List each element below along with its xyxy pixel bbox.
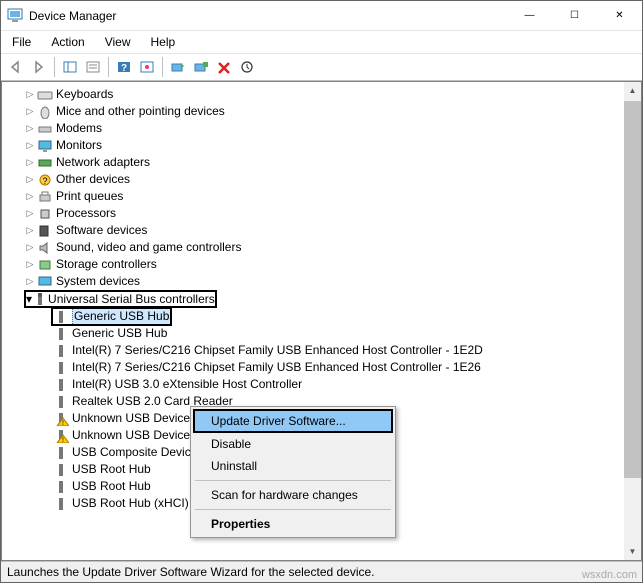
keyboard-icon bbox=[37, 87, 53, 103]
context-menu: Update Driver Software... Disable Uninst… bbox=[190, 406, 396, 538]
usb-warning-icon: ! bbox=[53, 428, 69, 444]
usb-device-icon bbox=[53, 479, 69, 495]
scan-hardware-button[interactable] bbox=[236, 56, 258, 78]
menubar: File Action View Help bbox=[1, 31, 642, 53]
modem-icon bbox=[37, 121, 53, 137]
context-update-driver[interactable]: Update Driver Software... bbox=[193, 409, 393, 433]
scrollbar[interactable]: ▲ ▼ bbox=[624, 82, 641, 560]
update-driver-button[interactable] bbox=[167, 56, 189, 78]
svg-text:?: ? bbox=[42, 176, 47, 186]
watermark: wsxdn.com bbox=[582, 569, 637, 581]
tree-node-keyboards[interactable]: ▷Keyboards bbox=[2, 86, 641, 103]
tree-node-intel-1[interactable]: Intel(R) 7 Series/C216 Chipset Family US… bbox=[2, 342, 641, 359]
tree-node-intel-3[interactable]: Intel(R) USB 3.0 eXtensible Host Control… bbox=[2, 376, 641, 393]
titlebar: Device Manager — ☐ ✕ bbox=[1, 1, 642, 31]
maximize-button[interactable]: ☐ bbox=[552, 1, 597, 30]
usb-device-icon bbox=[53, 326, 69, 342]
tree-node-modems[interactable]: ▷Modems bbox=[2, 120, 641, 137]
usb-device-icon bbox=[53, 445, 69, 461]
context-properties[interactable]: Properties bbox=[193, 513, 393, 535]
usb-device-icon bbox=[53, 309, 69, 325]
device-manager-window: Device Manager — ☐ ✕ File Action View He… bbox=[0, 0, 643, 583]
usb-warning-icon: ! bbox=[53, 411, 69, 427]
svg-text:?: ? bbox=[121, 63, 127, 74]
usb-device-icon bbox=[53, 360, 69, 376]
scroll-thumb[interactable] bbox=[624, 101, 641, 478]
network-icon bbox=[37, 155, 53, 171]
tree-node-system[interactable]: ▷System devices bbox=[2, 273, 641, 290]
tree-node-network[interactable]: ▷Network adapters bbox=[2, 154, 641, 171]
system-icon bbox=[37, 274, 53, 290]
action-button[interactable] bbox=[136, 56, 158, 78]
usb-icon bbox=[32, 292, 48, 306]
tree-node-processors[interactable]: ▷Processors bbox=[2, 205, 641, 222]
forward-button[interactable] bbox=[28, 56, 50, 78]
tree-node-print[interactable]: ▷Print queues bbox=[2, 188, 641, 205]
properties-button[interactable] bbox=[82, 56, 104, 78]
tree-node-mice[interactable]: ▷Mice and other pointing devices bbox=[2, 103, 641, 120]
usb-device-icon bbox=[53, 343, 69, 359]
tree-node-usb[interactable]: Universal Serial Bus controllers bbox=[48, 292, 215, 306]
context-scan[interactable]: Scan for hardware changes bbox=[193, 484, 393, 506]
tree-node-generic-usb-hub-2[interactable]: Generic USB Hub bbox=[2, 325, 641, 342]
svg-text:!: ! bbox=[62, 437, 64, 443]
context-disable[interactable]: Disable bbox=[193, 433, 393, 455]
back-button[interactable] bbox=[5, 56, 27, 78]
uninstall-button[interactable] bbox=[190, 56, 212, 78]
sound-icon bbox=[37, 240, 53, 256]
show-hide-tree-button[interactable] bbox=[59, 56, 81, 78]
usb-device-icon bbox=[53, 462, 69, 478]
tree-node-intel-2[interactable]: Intel(R) 7 Series/C216 Chipset Family US… bbox=[2, 359, 641, 376]
window-title: Device Manager bbox=[29, 9, 507, 23]
usb-device-icon bbox=[53, 394, 69, 410]
toolbar: ? bbox=[1, 53, 642, 81]
monitor-icon bbox=[37, 138, 53, 154]
help-button[interactable]: ? bbox=[113, 56, 135, 78]
usb-device-icon bbox=[53, 496, 69, 512]
svg-text:!: ! bbox=[62, 420, 64, 426]
mouse-icon bbox=[37, 104, 53, 120]
other-icon: ? bbox=[37, 172, 53, 188]
menu-view[interactable]: View bbox=[102, 34, 134, 50]
software-icon bbox=[37, 223, 53, 239]
tree-node-software[interactable]: ▷Software devices bbox=[2, 222, 641, 239]
scroll-down-button[interactable]: ▼ bbox=[624, 543, 641, 560]
tree-node-storage[interactable]: ▷Storage controllers bbox=[2, 256, 641, 273]
menu-file[interactable]: File bbox=[9, 34, 34, 50]
tree-node-sound[interactable]: ▷Sound, video and game controllers bbox=[2, 239, 641, 256]
tree-node-generic-usb-hub-1[interactable]: Generic USB Hub bbox=[52, 308, 171, 325]
printer-icon bbox=[37, 189, 53, 205]
usb-device-icon bbox=[53, 377, 69, 393]
menu-help[interactable]: Help bbox=[148, 34, 179, 50]
menu-action[interactable]: Action bbox=[48, 34, 87, 50]
app-icon bbox=[7, 8, 23, 24]
minimize-button[interactable]: — bbox=[507, 1, 552, 30]
tree-node-monitors[interactable]: ▷Monitors bbox=[2, 137, 641, 154]
context-uninstall[interactable]: Uninstall bbox=[193, 455, 393, 477]
close-button[interactable]: ✕ bbox=[597, 1, 642, 30]
storage-icon bbox=[37, 257, 53, 273]
scroll-up-button[interactable]: ▲ bbox=[624, 82, 641, 99]
cpu-icon bbox=[37, 206, 53, 222]
disable-button[interactable] bbox=[213, 56, 235, 78]
tree-node-other[interactable]: ▷?Other devices bbox=[2, 171, 641, 188]
device-tree[interactable]: ▷Keyboards ▷Mice and other pointing devi… bbox=[1, 81, 642, 561]
